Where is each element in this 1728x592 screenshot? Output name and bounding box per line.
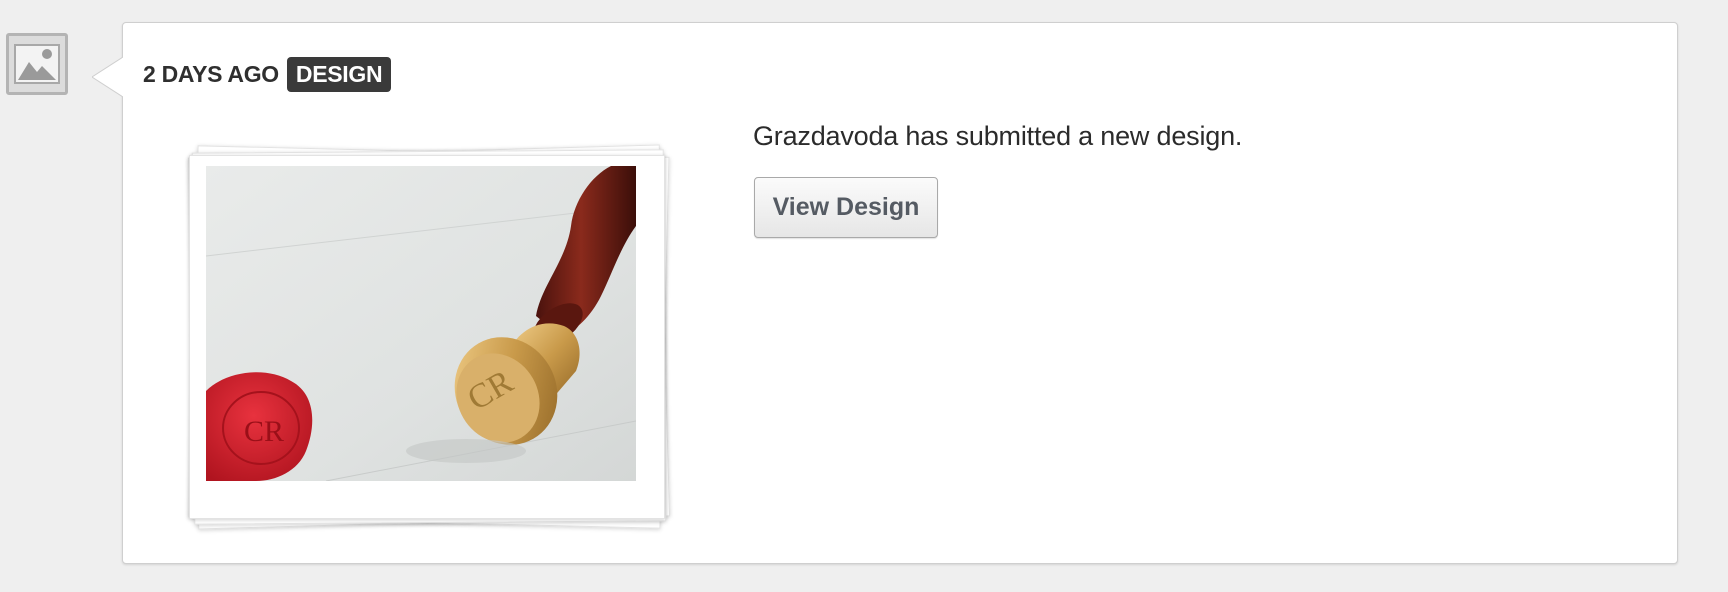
timestamp: 2 DAYS AGO xyxy=(143,61,279,87)
view-design-button[interactable]: View Design xyxy=(754,177,938,238)
card-header: 2 DAYS AGO DESIGN xyxy=(143,57,392,92)
design-thumbnail[interactable]: CR CR xyxy=(206,166,636,481)
category-badge: DESIGN xyxy=(286,57,392,92)
image-icon xyxy=(6,33,68,95)
svg-text:CR: CR xyxy=(244,415,284,448)
activity-message: Grazdavoda has submitted a new design. xyxy=(753,121,1243,151)
card-pointer xyxy=(92,57,123,97)
